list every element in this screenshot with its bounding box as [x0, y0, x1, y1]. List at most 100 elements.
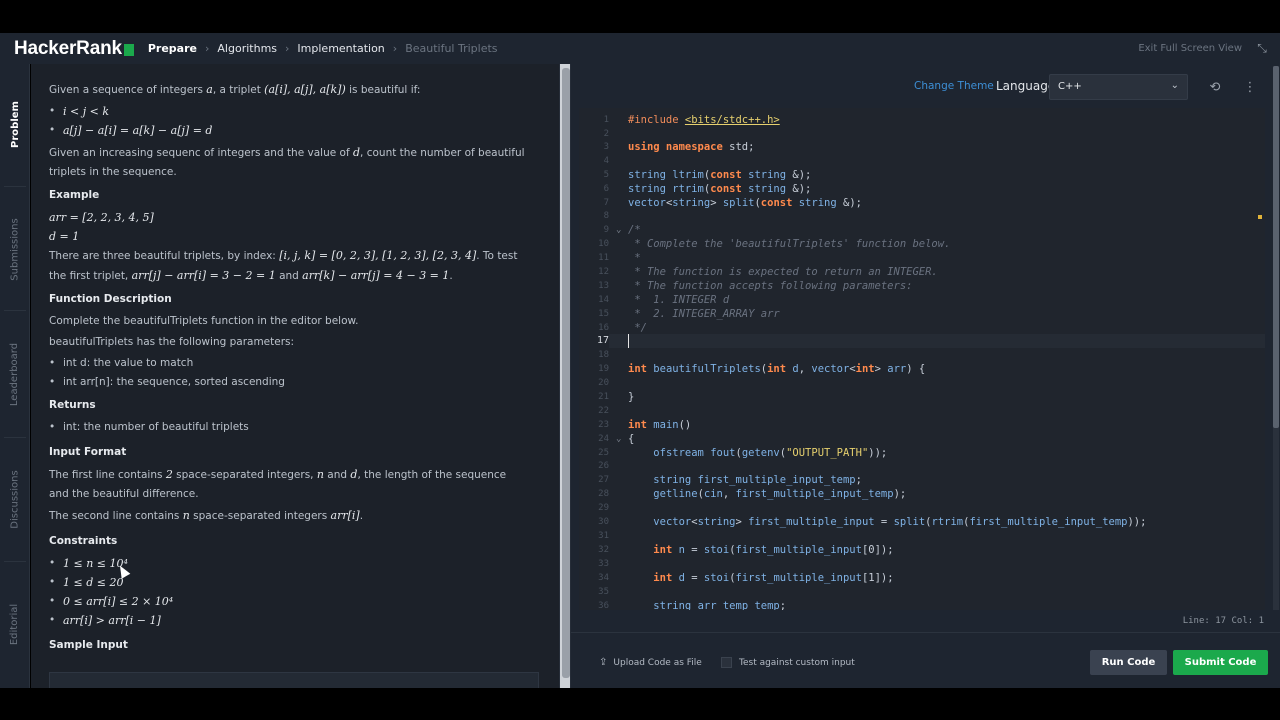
code-line: 24 ⌄{ — [579, 432, 1265, 446]
param-item: • int arr[n]: the sequence, sorted ascend… — [49, 373, 529, 392]
code-line: 31 — [579, 529, 1265, 543]
line-number: 32 — [598, 545, 609, 555]
submit-code-button[interactable]: Submit Code — [1173, 650, 1268, 675]
hackerrank-logo[interactable]: HackerRank — [14, 38, 134, 60]
chevron-right-icon: › — [205, 42, 210, 55]
tab-submissions-label: Submissions — [9, 217, 21, 281]
math-var: n — [316, 468, 324, 481]
code-line: 36 string arr_temp_temp; — [579, 599, 1265, 610]
editor-scrollbar[interactable] — [1273, 66, 1279, 610]
line-number: 31 — [598, 531, 609, 541]
upload-code-button[interactable]: ⇪ Upload Code as File — [599, 657, 702, 668]
tab-divider — [4, 437, 26, 438]
code-line: 32 int n = stoi(first_multiple_input[0])… — [579, 543, 1265, 557]
params-text: beautifulTriplets has the following para… — [49, 336, 295, 348]
line-number: 18 — [598, 350, 609, 360]
code-line: 10 * Complete the 'beautifulTriplets' fu… — [579, 237, 1265, 251]
chevron-right-icon: › — [392, 42, 398, 55]
top-header: HackerRank Prepare › Algorithms › Implem… — [0, 33, 1280, 64]
line-number: 26 — [598, 461, 609, 471]
code-line: 26 — [579, 459, 1265, 473]
breadcrumb-algorithms[interactable]: Algorithms — [217, 42, 277, 55]
editor-action-bar: ⇪ Upload Code as File Test against custo… — [571, 632, 1280, 688]
exit-fullscreen-link[interactable]: Exit Full Screen View — [1138, 43, 1242, 54]
given-text: Given an increasing sequenc of integers … — [49, 143, 529, 182]
more-options-icon[interactable]: ⋮ — [1241, 78, 1259, 96]
tab-problem-label: Problem — [9, 100, 21, 148]
text-cursor — [628, 334, 629, 348]
code-line: 6 string rtrim(const string &); — [579, 182, 1265, 196]
line-number: 2 — [603, 129, 609, 139]
bullet-dot: • — [49, 595, 56, 607]
change-theme-link[interactable]: Change Theme — [914, 80, 994, 92]
tab-editorial[interactable]: Editorial — [0, 594, 30, 654]
breadcrumb-prepare[interactable]: Prepare — [148, 42, 197, 55]
constraint-item: • 0 ≤ arr[i] ≤ 2 × 10⁴ — [49, 592, 529, 611]
line-number: 20 — [598, 378, 609, 388]
input-part: and — [327, 469, 348, 481]
line-number: 8 — [603, 211, 609, 221]
breadcrumb-implementation[interactable]: Implementation — [297, 42, 384, 55]
line-number: 11 — [598, 253, 609, 263]
bullet-dot: • — [49, 557, 56, 569]
sample-input-heading: Sample Input — [49, 639, 128, 651]
bullet-dot: • — [49, 124, 56, 136]
fold-icon[interactable]: ⌄ — [616, 432, 621, 446]
problem-scrollbar[interactable] — [560, 64, 570, 688]
run-code-button[interactable]: Run Code — [1090, 650, 1167, 675]
tab-problem[interactable]: Problem — [0, 94, 30, 154]
code-line: 3 using namespace std; — [579, 140, 1265, 154]
math-var: d — [353, 146, 361, 159]
input-part: space-separated integers, — [176, 469, 314, 481]
scrollbar-thumb[interactable] — [1273, 66, 1279, 428]
line-number: 24 — [598, 434, 609, 444]
code-line: 4 — [579, 154, 1265, 168]
code-line: 9 ⌄/* — [579, 223, 1265, 237]
bullet-dot: • — [49, 105, 56, 117]
line-number: 5 — [603, 170, 609, 180]
language-select[interactable]: C++ ⌄ — [1049, 74, 1188, 100]
math-constraint: arr[i] > arr[i − 1] — [63, 614, 161, 627]
function-heading: Function Description — [49, 293, 172, 305]
line-number: 4 — [603, 156, 609, 166]
bullet-dot: • — [49, 614, 56, 626]
line-number: 7 — [603, 198, 609, 208]
fold-icon[interactable]: ⌄ — [616, 223, 621, 237]
tab-submissions[interactable]: Submissions — [0, 214, 30, 284]
history-icon[interactable]: ⟲ — [1206, 78, 1224, 96]
custom-input-toggle[interactable]: Test against custom input — [721, 657, 855, 668]
input-line-1: The first line contains 2 space-separate… — [49, 465, 529, 504]
code-editor[interactable]: 1 #include <bits/stdc++.h> 2 3 using names… — [579, 108, 1265, 610]
tab-leaderboard[interactable]: Leaderboard — [0, 339, 30, 409]
panel-splitter[interactable] — [559, 64, 571, 688]
code-line: 15 * 2. INTEGER_ARRAY arr — [579, 307, 1265, 321]
exit-fullscreen-icon[interactable]: ⤡ — [1252, 39, 1272, 59]
math-condition: a[j] − a[i] = a[k] − a[j] = d — [63, 124, 213, 137]
line-number: 3 — [603, 142, 609, 152]
code-line: 2 — [579, 127, 1265, 141]
tab-discussions[interactable]: Discussions — [0, 464, 30, 534]
constraint-item: • arr[i] > arr[i − 1] — [49, 611, 529, 630]
math-indices: [i, j, k] = [0, 2, 3], [1, 2, 3], [2, 3,… — [279, 249, 477, 262]
logo-text: HackerRank — [14, 37, 122, 59]
cursor-position-status: Line: 17 Col: 1 — [1182, 616, 1264, 626]
upload-icon: ⇪ — [599, 657, 608, 668]
upload-label: Upload Code as File — [613, 657, 702, 668]
line-number: 1 — [603, 115, 609, 125]
intro-part: , a triplet — [212, 84, 261, 96]
code-line: 14 * 1. INTEGER d — [579, 293, 1265, 307]
scrollbar-thumb[interactable] — [562, 68, 570, 678]
custom-input-checkbox[interactable] — [721, 657, 732, 668]
code-line: 19 int beautifulTriplets(int d, vector<in… — [579, 362, 1265, 376]
given-part: Given an increasing sequenc of integers … — [49, 147, 350, 159]
return-item: • int: the number of beautiful triplets — [49, 418, 529, 437]
breadcrumb-current: Beautiful Triplets — [405, 42, 498, 55]
line-number: 15 — [598, 309, 609, 319]
logo-mark-icon — [123, 44, 134, 56]
line-number: 23 — [598, 420, 609, 430]
line-number: 13 — [598, 281, 609, 291]
code-line: 8 — [579, 209, 1265, 223]
bullet-dot: • — [49, 576, 56, 588]
problem-panel[interactable]: Given a sequence of integers a, a triple… — [31, 64, 559, 688]
line-number: 14 — [598, 295, 609, 305]
